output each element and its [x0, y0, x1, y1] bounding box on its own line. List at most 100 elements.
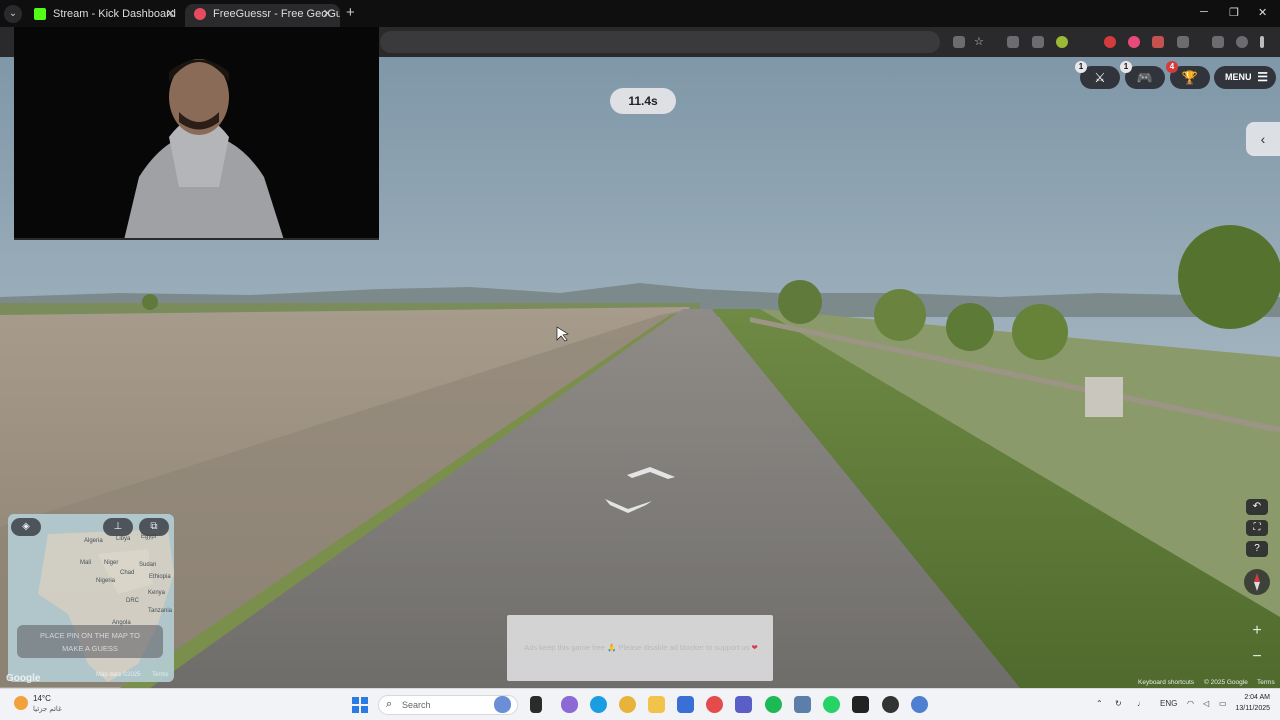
map-data-attribution: Map data ©2025 Terms	[96, 672, 168, 678]
tab-title: Stream - Kick Dashboard	[53, 8, 176, 20]
chrome-app-icon[interactable]	[619, 696, 636, 713]
collapse-panel-button[interactable]: ‹	[1246, 122, 1280, 156]
extension-icon[interactable]	[1007, 36, 1019, 48]
extension-icon[interactable]	[1128, 36, 1140, 48]
map-place-label: Algeria	[84, 538, 103, 544]
freeguessr-favicon-icon	[194, 8, 206, 20]
search-placeholder: Search	[402, 700, 431, 710]
browser-tab-strip: ⌄ Stream - Kick Dashboard ✕ FreeGuessr -…	[0, 0, 1280, 27]
tab-search-icon[interactable]: ⌄	[4, 5, 22, 23]
games-count-badge: 1	[1120, 61, 1132, 73]
question-icon: ?	[1254, 543, 1260, 554]
map-place-label: Libya	[116, 536, 131, 542]
opera-app-icon[interactable]	[706, 696, 723, 713]
fullscreen-icon: ⛶	[1253, 522, 1261, 533]
ad-text: Ads keep this game free 🙏 Please disable…	[524, 643, 750, 652]
map-place-label: DRC	[126, 598, 139, 604]
fullscreen-button[interactable]: ⛶	[1246, 520, 1268, 536]
map-place-label: Tanzania	[148, 608, 173, 614]
minimize-button[interactable]: ─	[1200, 6, 1208, 18]
teams-app-icon[interactable]	[735, 696, 752, 713]
map-place-label: Niger	[104, 560, 119, 566]
zoom-in-button[interactable]: +	[1246, 620, 1268, 642]
map-place-label: Sudan	[139, 562, 157, 568]
media-controls-icon[interactable]	[1212, 36, 1224, 48]
obs-app-icon[interactable]	[882, 696, 899, 713]
search-icon: ⌕	[386, 698, 393, 710]
tab-kick-dashboard[interactable]: Stream - Kick Dashboard ✕	[25, 4, 183, 27]
map-place-label: Ethiopia	[149, 574, 171, 580]
close-window-button[interactable]: ✕	[1258, 6, 1267, 19]
ad-banner: Ads keep this game free 🙏 Please disable…	[507, 615, 773, 681]
compass-button[interactable]	[1244, 569, 1270, 595]
spotify-app-icon[interactable]	[765, 696, 782, 713]
extension-icon[interactable]	[1152, 36, 1164, 48]
map-terms-link[interactable]: Terms	[152, 672, 168, 678]
streamer-webcam-image	[14, 27, 379, 238]
make-guess-button[interactable]: PLACE PIN ON THE MAP TO MAKE A GUESS	[17, 625, 163, 658]
terminal-app-icon[interactable]	[852, 696, 869, 713]
more-menu-icon[interactable]	[1260, 36, 1264, 48]
new-tab-button[interactable]: +	[346, 4, 355, 21]
weather-temperature[interactable]: 14°C	[33, 694, 51, 703]
close-tab-icon[interactable]: ✕	[323, 4, 332, 24]
extension-icon[interactable]	[1056, 36, 1068, 48]
help-button[interactable]: ?	[1246, 541, 1268, 557]
wifi-icon[interactable]: ◠	[1187, 699, 1194, 708]
steam-app-icon[interactable]	[677, 696, 694, 713]
menu-button[interactable]: MENU ☰	[1214, 66, 1276, 89]
widgets-app-icon[interactable]	[494, 696, 511, 713]
profile-avatar-icon[interactable]	[1236, 36, 1248, 48]
map-place-label: Mali	[80, 560, 92, 566]
address-bar[interactable]	[380, 31, 940, 53]
keyboard-shortcuts-link[interactable]: Keyboard shortcuts	[1138, 679, 1194, 686]
round-timer: 11.4s	[610, 88, 676, 114]
whatsapp-app-icon[interactable]	[823, 696, 840, 713]
extension-icon[interactable]	[1032, 36, 1044, 48]
copilot-app-icon[interactable]	[561, 696, 578, 713]
terms-link[interactable]: Terms	[1257, 679, 1275, 686]
extensions-puzzle-icon[interactable]	[1177, 36, 1189, 48]
maximize-button[interactable]: ❐	[1229, 6, 1239, 19]
tab-freeguessr[interactable]: FreeGuessr - Free GeoGuessr Al ✕	[185, 4, 340, 27]
zoom-out-button[interactable]: −	[1246, 646, 1268, 668]
clock-time[interactable]: 2:04 AM	[1236, 694, 1270, 701]
app-icon[interactable]	[911, 696, 928, 713]
clock-date[interactable]: 13/11/2025	[1226, 705, 1270, 712]
map-place-label: Kenya	[148, 590, 166, 596]
microphone-icon[interactable]: ♩	[1137, 699, 1145, 708]
sync-icon[interactable]: ↻	[1115, 699, 1122, 708]
copyright-text: © 2025 Google	[1204, 679, 1248, 686]
language-indicator[interactable]: ENG	[1160, 699, 1177, 708]
expand-map-button[interactable]: ⧉	[139, 518, 169, 536]
show-hidden-icons-icon[interactable]: ⌃	[1096, 699, 1103, 708]
joystick-icon: 🎮	[1136, 70, 1154, 85]
webcam-overlay	[14, 27, 379, 240]
close-tab-icon[interactable]: ✕	[166, 4, 175, 24]
extension-icon[interactable]	[1104, 36, 1116, 48]
file-explorer-app-icon[interactable]	[648, 696, 665, 713]
weather-description[interactable]: غائم جزئيا	[33, 705, 62, 713]
return-to-start-button[interactable]: ↶	[1246, 499, 1268, 515]
google-logo: Google	[6, 673, 41, 684]
file-manager-app-icon[interactable]	[530, 696, 542, 713]
kick-favicon-icon	[34, 8, 46, 20]
weather-icon[interactable]	[14, 696, 28, 710]
undo-icon: ↶	[1252, 501, 1262, 512]
layers-icon: ◈	[22, 521, 30, 532]
leaderboard-count-badge: 4	[1166, 61, 1178, 73]
cast-icon[interactable]	[953, 36, 965, 48]
battle-count-badge: 1	[1075, 61, 1087, 73]
edge-app-icon[interactable]	[590, 696, 607, 713]
heart-icon: ❤	[751, 643, 758, 652]
menu-label: MENU	[1225, 72, 1252, 82]
pin-map-button[interactable]: ⊥	[103, 518, 133, 536]
crossed-swords-icon: ⚔	[1094, 70, 1106, 85]
bookmark-star-icon[interactable]: ☆	[974, 36, 986, 48]
ad-message: Ads keep this game free 🙏 Please disable…	[515, 643, 767, 652]
windows-start-button[interactable]	[352, 697, 368, 713]
map-layers-button[interactable]: ◈	[11, 518, 41, 536]
volume-icon[interactable]: ◁	[1203, 699, 1209, 708]
media-app-icon[interactable]	[794, 696, 811, 713]
pin-icon: ⊥	[113, 521, 123, 532]
